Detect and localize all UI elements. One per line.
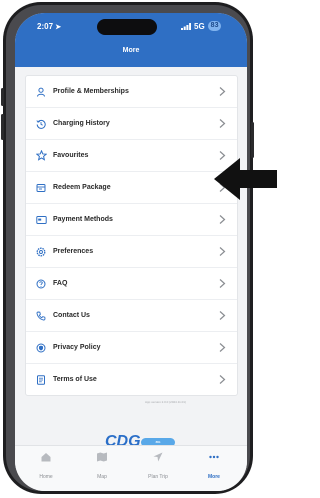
- package-icon: [35, 182, 47, 194]
- tab-plan-trip[interactable]: Plan Trip: [133, 452, 183, 483]
- navigation-icon: [153, 452, 163, 462]
- menu-item-label: Terms of Use: [53, 376, 97, 383]
- chevron-right-icon: [219, 279, 226, 288]
- phone-side-button: [251, 122, 254, 158]
- menu-item-label: Redeem Package: [53, 184, 111, 191]
- menu-item-preferences[interactable]: Preferences: [26, 236, 237, 268]
- home-icon: [41, 453, 51, 462]
- app-screen: 2:07 ➤ 5G 83 More Profile & Memberships: [15, 13, 247, 491]
- battery-icon: 83: [207, 21, 222, 31]
- tab-home[interactable]: Home: [21, 452, 71, 483]
- question-icon: [35, 278, 47, 290]
- phone-frame: 2:07 ➤ 5G 83 More Profile & Memberships: [1, 2, 254, 494]
- document-icon: [35, 374, 47, 386]
- menu-item-terms-of-use[interactable]: Terms of Use: [26, 364, 237, 395]
- person-icon: [35, 86, 47, 98]
- app-version-text: App version 2.0.0 (2024.11.01): [145, 400, 186, 404]
- phone-icon: [35, 310, 47, 322]
- menu-item-label: FAQ: [53, 280, 68, 287]
- menu-item-charging-history[interactable]: Charging History: [26, 108, 237, 140]
- more-menu-list: Profile & Memberships Charging History F…: [25, 75, 238, 396]
- tab-label: More: [208, 474, 220, 480]
- annotation-arrow-icon: [214, 158, 277, 200]
- card-icon: [35, 214, 47, 226]
- tab-label: Home: [39, 474, 53, 480]
- chevron-right-icon: [219, 247, 226, 256]
- phone-side-button: [1, 114, 4, 140]
- chevron-right-icon: [219, 215, 226, 224]
- menu-item-label: Preferences: [53, 248, 94, 255]
- menu-item-faq[interactable]: FAQ: [26, 268, 237, 300]
- chevron-right-icon: [219, 375, 226, 384]
- star-icon: [35, 150, 47, 162]
- menu-item-label: Privacy Policy: [53, 344, 101, 351]
- page-title: More: [122, 47, 140, 54]
- tab-label: Map: [97, 474, 107, 480]
- menu-item-privacy-policy[interactable]: Privacy Policy: [26, 332, 237, 364]
- menu-item-payment-methods[interactable]: Payment Methods: [26, 204, 237, 236]
- tab-more[interactable]: More: [189, 452, 239, 483]
- chevron-right-icon: [219, 343, 226, 352]
- tab-map[interactable]: Map: [77, 452, 127, 483]
- menu-item-redeem-package[interactable]: Redeem Package: [26, 172, 237, 204]
- bottom-tab-bar: Home Map Plan Trip More: [15, 445, 247, 491]
- more-dots-icon: [209, 455, 219, 459]
- status-indicators: 5G 83: [181, 21, 222, 31]
- dynamic-island: [97, 19, 157, 35]
- menu-item-favourites[interactable]: Favourites: [26, 140, 237, 172]
- menu-item-label: Charging History: [53, 120, 110, 127]
- gear-icon: [35, 246, 47, 258]
- chevron-right-icon: [219, 119, 226, 128]
- signal-icon: [181, 22, 191, 30]
- menu-item-label: Contact Us: [53, 312, 90, 319]
- menu-item-label: Favourites: [53, 152, 89, 159]
- tab-label: Plan Trip: [148, 474, 168, 480]
- history-icon: [35, 118, 47, 130]
- phone-side-button: [1, 88, 4, 106]
- menu-item-label: Profile & Memberships: [53, 88, 129, 95]
- network-label: 5G: [194, 21, 205, 31]
- status-time: 2:07 ➤: [37, 22, 62, 31]
- chevron-right-icon: [219, 87, 226, 96]
- map-icon: [97, 452, 107, 462]
- header-bar: 2:07 ➤ 5G 83 More: [15, 13, 247, 67]
- menu-item-profile-memberships[interactable]: Profile & Memberships: [26, 76, 237, 108]
- chevron-right-icon: [219, 311, 226, 320]
- shield-icon: [35, 342, 47, 354]
- menu-item-contact-us[interactable]: Contact Us: [26, 300, 237, 332]
- menu-item-label: Payment Methods: [53, 216, 113, 223]
